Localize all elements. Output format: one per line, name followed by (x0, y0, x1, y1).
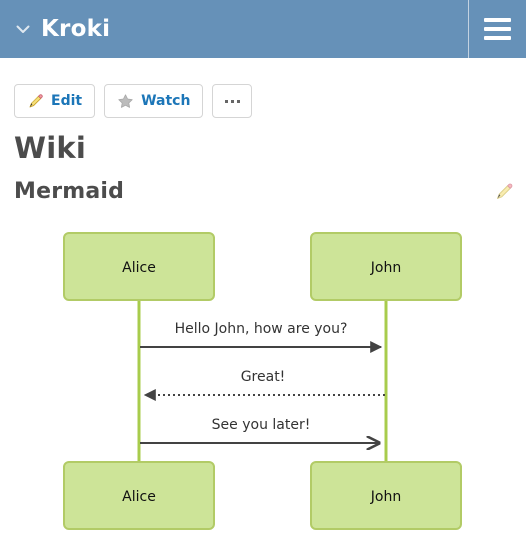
mermaid-sequence-diagram: Alice John Hello John, how are you? Grea… (0, 218, 526, 551)
ellipsis-icon (223, 99, 241, 103)
actor-box-john-top: John (310, 232, 462, 301)
actor-box-alice-top: Alice (63, 232, 215, 301)
actor-box-label: John (370, 260, 401, 276)
message-label: Great! (241, 369, 286, 385)
chevron-down-icon[interactable] (14, 20, 32, 38)
hamburger-bar (484, 18, 511, 22)
section-title: Mermaid (14, 179, 125, 204)
watch-button[interactable]: Watch (104, 84, 204, 118)
actor-box-label: Alice (122, 489, 156, 505)
actor-box-john-bottom: John (310, 461, 462, 530)
star-icon (117, 93, 134, 110)
page-title: Wiki (14, 131, 86, 165)
app-title: Kroki (41, 15, 111, 42)
message-3: See you later! (140, 417, 379, 443)
message-label: See you later! (212, 417, 311, 433)
app-header-left[interactable]: Kroki (0, 0, 468, 58)
more-actions-button[interactable] (212, 84, 253, 118)
actor-box-label: Alice (122, 260, 156, 276)
actor-box-alice-bottom: Alice (63, 461, 215, 530)
page-toolbar: Edit Watch (14, 84, 253, 118)
actor-box-label: John (370, 489, 401, 505)
hamburger-bar (484, 27, 511, 31)
message-1: Hello John, how are you? (140, 321, 383, 353)
app-header: Kroki (0, 0, 526, 58)
hamburger-bar (484, 36, 511, 40)
message-2: Great! (143, 369, 385, 401)
hamburger-menu-icon[interactable] (469, 0, 526, 58)
message-label: Hello John, how are you? (175, 321, 348, 337)
edit-button[interactable]: Edit (14, 84, 96, 118)
edit-button-label: Edit (51, 93, 83, 109)
section-edit-pencil-icon[interactable] (494, 182, 514, 202)
pencil-icon (27, 93, 44, 110)
watch-button-label: Watch (141, 93, 191, 109)
